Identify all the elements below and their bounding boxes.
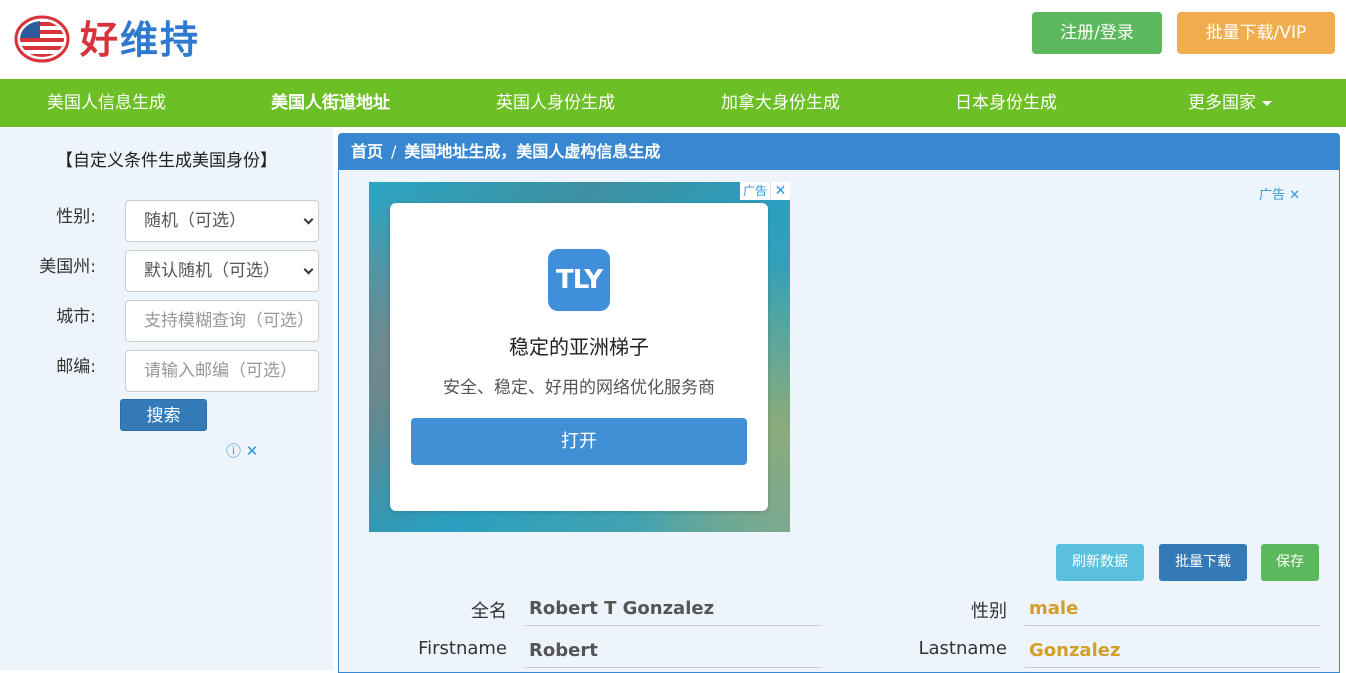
nav-item-more-countries[interactable]: 更多国家 — [1188, 79, 1272, 127]
gender-field-label: 性别 — [971, 601, 1007, 622]
batch-download-button[interactable]: 批量下载 — [1159, 544, 1247, 581]
tly-logo-icon: TLY — [548, 249, 610, 311]
nav-item-canada-identity[interactable]: 加拿大身份生成 — [721, 79, 840, 127]
vip-download-button[interactable]: 批量下载/VIP — [1177, 12, 1335, 54]
nav-item-us-info[interactable]: 美国人信息生成 — [47, 79, 166, 127]
ad-banner[interactable]: 广告 ✕ TLY 稳定的亚洲梯子 安全、稳定、好用的网络优化服务商 打开 — [369, 182, 790, 532]
gender-select-value: 随机（可选） — [144, 211, 246, 231]
lastname-label: Lastname — [918, 638, 1007, 659]
sidebar-title: 【自定义条件生成美国身份】 — [56, 151, 277, 171]
search-button[interactable]: 搜索 — [120, 399, 207, 431]
zip-label: 邮编: — [56, 357, 96, 377]
nav-item-uk-identity[interactable]: 英国人身份生成 — [496, 79, 615, 127]
ad-title: 稳定的亚洲梯子 — [509, 335, 649, 359]
city-input[interactable]: 支持模糊查询（可选） — [125, 300, 319, 342]
header: 好维持 注册/登录 批量下载/VIP — [0, 0, 1346, 80]
logo-text-blue: 维持 — [120, 18, 201, 62]
city-label: 城市: — [56, 307, 96, 327]
chevron-down-icon — [303, 214, 314, 225]
gender-select[interactable]: 随机（可选） — [125, 200, 319, 242]
save-button[interactable]: 保存 — [1261, 544, 1319, 581]
refresh-data-button[interactable]: 刷新数据 — [1056, 544, 1144, 581]
ad-tag-close[interactable]: 广告 ✕ — [1259, 184, 1300, 203]
nav-item-us-address[interactable]: 美国人街道地址 — [271, 79, 390, 127]
gender-label: 性别: — [56, 207, 96, 227]
state-select[interactable]: 默认随机（可选） — [125, 250, 319, 292]
logo-text-red: 好 — [80, 18, 121, 62]
chevron-down-icon — [303, 264, 314, 275]
caret-down-icon — [1262, 100, 1272, 106]
breadcrumb-current: 美国地址生成，美国人虚构信息生成 — [404, 142, 661, 161]
ad-open-button[interactable]: 打开 — [411, 418, 747, 465]
close-icon[interactable]: ✕ — [770, 182, 790, 200]
gender-value: male — [1025, 594, 1321, 626]
us-flag-logo-icon[interactable] — [14, 14, 70, 64]
nav-more-label: 更多国家 — [1188, 93, 1256, 113]
main-nav: 美国人信息生成 美国人街道地址 英国人身份生成 加拿大身份生成 日本身份生成 更… — [0, 79, 1346, 127]
state-select-value: 默认随机（可选） — [144, 261, 280, 281]
adchoices-icon[interactable]: ⓘ ✕ — [226, 440, 258, 461]
main-panel: 首页 / 美国地址生成，美国人虚构信息生成 广告 ✕ TLY 稳定的亚洲梯子 安全、… — [338, 133, 1340, 673]
login-button[interactable]: 注册/登录 — [1032, 12, 1162, 54]
sidebar-filter-panel: 【自定义条件生成美国身份】 性别: 随机（可选） 美国州: 默认随机（可选） 城… — [0, 128, 333, 670]
ad-subtitle: 安全、稳定、好用的网络优化服务商 — [443, 378, 715, 398]
fullname-value: Robert T Gonzalez — [525, 594, 821, 626]
site-logo-text[interactable]: 好维持 — [80, 16, 200, 64]
zip-input[interactable]: 请输入邮编（可选） — [125, 350, 319, 392]
lastname-value: Gonzalez — [1025, 636, 1321, 668]
state-label: 美国州: — [39, 257, 96, 277]
breadcrumb-separator: / — [391, 142, 397, 161]
fullname-label: 全名 — [471, 601, 507, 622]
firstname-label: Firstname — [418, 638, 507, 659]
ad-tag[interactable]: 广告 — [739, 182, 770, 200]
firstname-value: Robert — [525, 636, 821, 668]
breadcrumb-home[interactable]: 首页 — [351, 142, 383, 161]
ad-card: TLY 稳定的亚洲梯子 安全、稳定、好用的网络优化服务商 打开 — [390, 203, 768, 511]
nav-item-japan-identity[interactable]: 日本身份生成 — [955, 79, 1057, 127]
breadcrumb: 首页 / 美国地址生成，美国人虚构信息生成 — [339, 134, 1339, 170]
